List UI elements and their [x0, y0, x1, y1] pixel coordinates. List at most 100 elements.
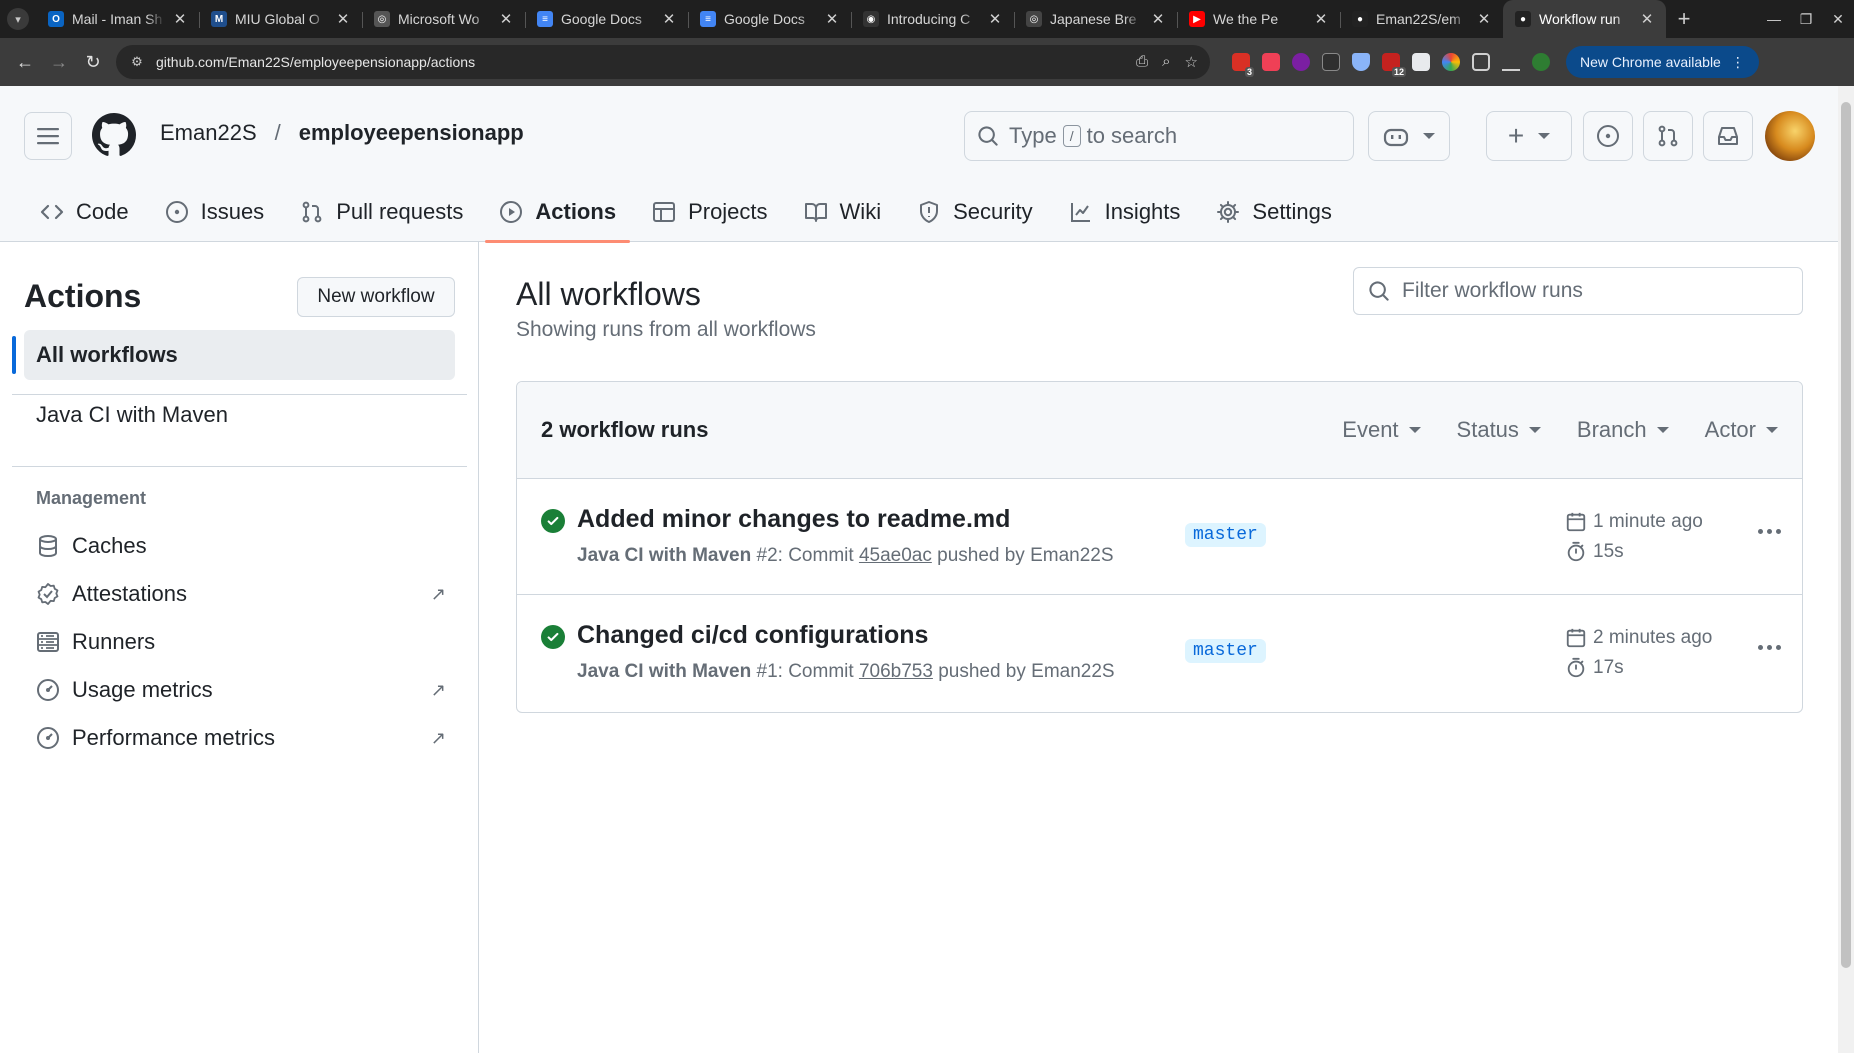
- browser-tab[interactable]: ◉ Introducing C ✕: [851, 0, 1014, 38]
- sidebar-item-workflow[interactable]: Java CI with Maven: [36, 402, 228, 428]
- favicon-icon: ◎: [374, 11, 390, 27]
- run-title-link[interactable]: Added minor changes to readme.md: [577, 505, 1010, 534]
- favicon-icon: ●: [1352, 11, 1368, 27]
- sidebar-item-all-workflows[interactable]: All workflows: [24, 330, 455, 380]
- close-icon[interactable]: ✕: [1312, 10, 1330, 28]
- pocket-icon[interactable]: [1262, 53, 1280, 71]
- close-icon[interactable]: ✕: [823, 10, 841, 28]
- create-new-button[interactable]: +: [1486, 111, 1572, 161]
- reload-button[interactable]: ↻: [76, 45, 110, 79]
- search-icon: [978, 126, 998, 146]
- browser-tab[interactable]: ≡ Google Docs ✕: [688, 0, 851, 38]
- inbox-button[interactable]: [1703, 111, 1753, 161]
- close-icon[interactable]: ✕: [1149, 10, 1167, 28]
- browser-tab[interactable]: ◎ Japanese Bre ✕: [1014, 0, 1177, 38]
- github-logo-icon[interactable]: [92, 113, 136, 157]
- filter-workflow-runs-input[interactable]: Filter workflow runs: [1353, 267, 1803, 315]
- media-controls-icon[interactable]: [1502, 53, 1520, 71]
- tab-search-button[interactable]: ▾: [0, 0, 36, 38]
- branch-badge[interactable]: master: [1185, 523, 1266, 547]
- branch-badge[interactable]: master: [1185, 639, 1266, 663]
- browser-tab[interactable]: ≡ Google Docs ✕: [525, 0, 688, 38]
- close-icon[interactable]: ✕: [1638, 10, 1656, 28]
- close-icon[interactable]: ✕: [986, 10, 1004, 28]
- search-input[interactable]: Type / to search: [964, 111, 1354, 161]
- commit-sha-link[interactable]: 45ae0ac: [859, 545, 932, 566]
- global-menu-button[interactable]: [24, 112, 72, 160]
- favicon-icon: ≡: [700, 11, 716, 27]
- tab-code[interactable]: Code: [26, 182, 143, 242]
- breadcrumb-repo[interactable]: employeepensionapp: [299, 120, 524, 146]
- browser-tab[interactable]: ◎ Microsoft Wo ✕: [362, 0, 525, 38]
- extension-icon[interactable]: 3: [1232, 53, 1254, 77]
- close-icon[interactable]: ✕: [1475, 10, 1493, 28]
- filter-branch-dropdown[interactable]: Branch: [1577, 417, 1669, 443]
- forward-button[interactable]: →: [42, 45, 76, 79]
- tab-issues[interactable]: Issues: [151, 182, 279, 242]
- run-more-options-button[interactable]: [1751, 633, 1787, 661]
- extension-badge: 12: [1391, 67, 1406, 77]
- commit-sha-link[interactable]: 706b753: [859, 661, 933, 682]
- tab-insights[interactable]: Insights: [1055, 182, 1195, 242]
- sidebar-item-performance-metrics[interactable]: Performance metrics ↗: [36, 718, 446, 758]
- tab-settings[interactable]: Settings: [1202, 182, 1346, 242]
- tab-actions[interactable]: Actions: [485, 182, 630, 243]
- avatar[interactable]: [1765, 111, 1815, 161]
- puzzle-icon[interactable]: [1472, 53, 1490, 71]
- page-scrollbar[interactable]: [1838, 86, 1854, 1053]
- browser-tab[interactable]: ● Workflow run ✕: [1503, 0, 1666, 38]
- stopwatch-icon: [1567, 541, 1585, 562]
- run-workflow-name[interactable]: Java CI with Maven: [577, 545, 751, 566]
- bookmark-star-icon[interactable]: ☆: [1185, 53, 1198, 71]
- divider: [12, 466, 467, 467]
- address-bar[interactable]: ⚙ github.com/Eman22S/employeepensionapp/…: [116, 45, 1210, 79]
- install-app-icon[interactable]: ⎙: [1136, 53, 1148, 71]
- browser-tab[interactable]: O Mail - Iman Sh ✕: [36, 0, 199, 38]
- minimize-icon[interactable]: —: [1758, 11, 1790, 28]
- issues-button[interactable]: [1583, 111, 1633, 161]
- back-button[interactable]: ←: [8, 45, 42, 79]
- copilot-button[interactable]: [1368, 111, 1450, 161]
- chevron-down-icon: [1538, 133, 1551, 139]
- tab-wiki[interactable]: Wiki: [790, 182, 896, 242]
- sidebar-item-caches[interactable]: Caches: [36, 526, 446, 566]
- extension-icon[interactable]: [1412, 53, 1430, 71]
- close-icon[interactable]: ✕: [171, 10, 189, 28]
- close-icon[interactable]: ✕: [334, 10, 352, 28]
- browser-tab[interactable]: M MIU Global O ✕: [199, 0, 362, 38]
- filter-event-dropdown[interactable]: Event: [1342, 417, 1421, 443]
- new-tab-button[interactable]: +: [1666, 6, 1702, 32]
- chevron-down-icon: [1423, 133, 1435, 139]
- run-workflow-name[interactable]: Java CI with Maven: [577, 661, 751, 682]
- new-workflow-button[interactable]: New workflow: [297, 277, 455, 317]
- tab-security[interactable]: Security: [903, 182, 1046, 242]
- filter-actor-dropdown[interactable]: Actor: [1705, 417, 1778, 443]
- chrome-update-button[interactable]: New Chrome available ⋮: [1566, 46, 1759, 78]
- filter-status-dropdown[interactable]: Status: [1457, 417, 1541, 443]
- extension-icon[interactable]: [1322, 53, 1340, 71]
- close-window-icon[interactable]: ✕: [1822, 11, 1854, 28]
- scrollbar-thumb[interactable]: [1841, 102, 1851, 968]
- restore-icon[interactable]: ❐: [1790, 11, 1822, 28]
- extension-icon[interactable]: [1292, 53, 1310, 71]
- close-icon[interactable]: ✕: [497, 10, 515, 28]
- sidebar-item-usage-metrics[interactable]: Usage metrics ↗: [36, 670, 446, 710]
- site-info-icon[interactable]: ⚙: [128, 53, 146, 71]
- sidebar-item-attestations[interactable]: Attestations ↗: [36, 574, 446, 614]
- shield-extension-icon[interactable]: [1352, 53, 1370, 71]
- tab-projects[interactable]: Projects: [638, 182, 781, 242]
- close-icon[interactable]: ✕: [660, 10, 678, 28]
- calendar-extension-icon[interactable]: 12: [1382, 53, 1406, 77]
- browser-tab[interactable]: ● Eman22S/em ✕: [1340, 0, 1503, 38]
- zoom-icon[interactable]: ⌕: [1162, 53, 1170, 71]
- sidebar-item-runners[interactable]: Runners: [36, 622, 446, 662]
- browser-tab[interactable]: ▶ We the Pe ✕: [1177, 0, 1340, 38]
- pull-requests-button[interactable]: [1643, 111, 1693, 161]
- tab-pull-requests[interactable]: Pull requests: [286, 182, 477, 242]
- breadcrumb: Eman22S / employeepensionapp: [160, 120, 524, 146]
- run-more-options-button[interactable]: [1751, 517, 1787, 545]
- extension-icon[interactable]: [1442, 53, 1460, 71]
- breadcrumb-owner[interactable]: Eman22S: [160, 120, 257, 146]
- run-title-link[interactable]: Changed ci/cd configurations: [577, 621, 928, 650]
- profile-icon[interactable]: [1532, 53, 1550, 71]
